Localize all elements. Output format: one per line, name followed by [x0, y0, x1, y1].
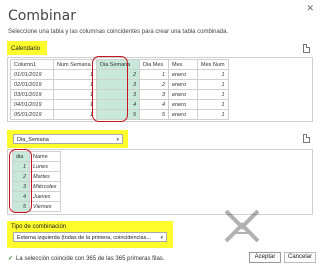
table-cell: 4	[139, 99, 169, 110]
table-cell: 02/01/2019	[10, 79, 54, 90]
chevron-down-icon: ▾	[116, 137, 119, 143]
table-cell: Martes	[29, 171, 61, 182]
preview-document-icon[interactable]	[303, 134, 310, 143]
table-cell: 1	[53, 109, 97, 120]
annotation-red-outline-table2	[9, 149, 32, 213]
table-cell: 1	[197, 99, 229, 110]
table-cell: 1	[197, 69, 229, 80]
table-cell: enero	[168, 109, 198, 120]
table2-select-value: Dia_Semana	[17, 137, 49, 143]
table-cell: Lunes	[29, 161, 61, 172]
column-header[interactable]: Name	[29, 151, 61, 162]
join-type-value: Externa izquierda (todas de la primera, …	[17, 235, 151, 241]
table-cell: 04/01/2019	[10, 99, 54, 110]
join-type-label: Tipo de combinación	[11, 224, 67, 230]
cancel-button[interactable]: Cancelar	[284, 252, 316, 263]
table-cell: 1	[53, 99, 97, 110]
table-cell: 01/01/2019	[10, 69, 54, 80]
status-text: La selección coincide con 365 de las 365…	[16, 256, 165, 262]
table-cell: 2	[139, 79, 169, 90]
table-cell: 1	[139, 69, 169, 80]
annotation-red-outline-table1	[92, 56, 128, 122]
chevron-down-icon: ▾	[160, 235, 163, 241]
table-cell: Viernes	[29, 201, 61, 212]
column-header[interactable]: Column1	[10, 59, 54, 70]
table-cell: enero	[168, 89, 198, 100]
table-cell: Jueves	[29, 191, 61, 202]
table1-select-label[interactable]: Calendario	[8, 44, 43, 54]
table-cell: 3	[139, 89, 169, 100]
table-cell: 1	[197, 109, 229, 120]
watermark-logo	[224, 209, 260, 243]
column-header[interactable]: Num Semana	[53, 59, 97, 70]
table-cell: 1	[197, 79, 229, 90]
table2-select[interactable]: Dia_Semana ▾	[13, 134, 123, 144]
status-message: ✓ La selección coincide con 365 de las 36…	[8, 255, 164, 262]
preview-document-icon[interactable]	[303, 44, 310, 53]
table-cell: Miércoles	[29, 181, 61, 192]
column-header[interactable]: Mes Num	[197, 59, 229, 70]
dialog-title: Combinar	[8, 8, 76, 24]
table-cell: enero	[168, 79, 198, 90]
table-cell: 5	[139, 109, 169, 120]
accept-button[interactable]: Aceptar	[249, 252, 281, 263]
table-cell: 1	[53, 69, 97, 80]
table-cell: 1	[53, 89, 97, 100]
table-cell: 03/01/2019	[10, 89, 54, 100]
close-icon[interactable]: ✕	[306, 3, 314, 14]
join-type-select[interactable]: Externa izquierda (todas de la primera, …	[13, 232, 167, 242]
table-cell: enero	[168, 69, 198, 80]
column-header[interactable]: Mes	[168, 59, 198, 70]
table-cell: 05/01/2019	[10, 109, 54, 120]
dialog-subtitle: Seleccione una tabla y las columnas coin…	[8, 29, 229, 35]
check-icon: ✓	[8, 256, 14, 262]
table-cell: enero	[168, 99, 198, 110]
column-header[interactable]: Dia Mes	[139, 59, 169, 70]
table-cell: 1	[197, 89, 229, 100]
table-cell: 1	[53, 79, 97, 90]
